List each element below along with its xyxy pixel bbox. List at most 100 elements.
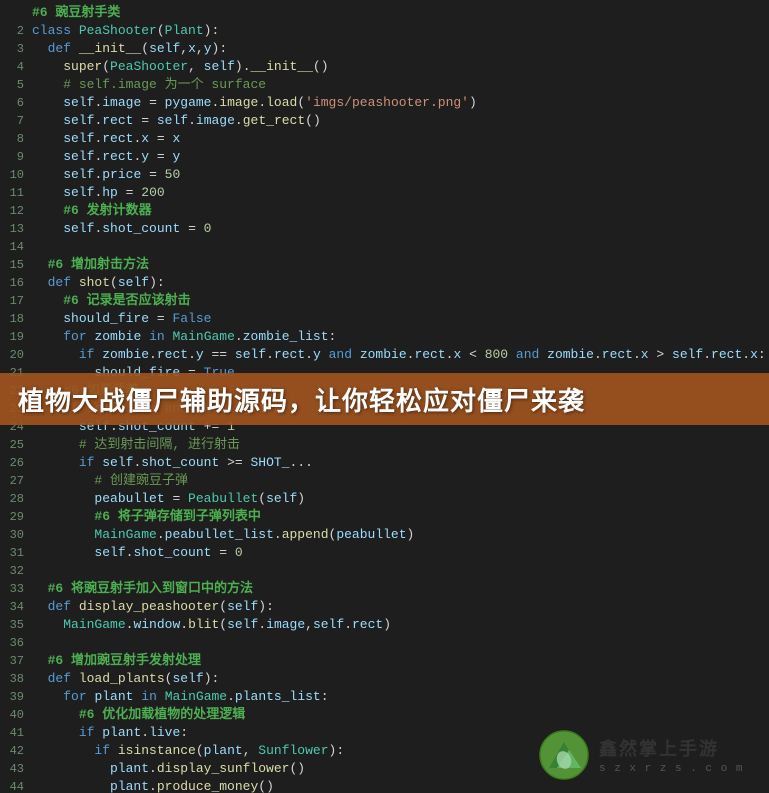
table-row: 40 #6 优化加载植物的处理逻辑: [0, 706, 769, 724]
line-number: 15: [4, 256, 32, 274]
table-row: 20 if zombie.rect.y == self.rect.y and z…: [0, 346, 769, 364]
line-number: 35: [4, 616, 32, 634]
line-content: MainGame.peabullet_list.append(peabullet…: [32, 526, 765, 544]
banner-overlay: 植物大战僵尸辅助源码，让你轻松应对僵尸来袭: [0, 373, 769, 425]
code-container: #6 豌豆射手类2class PeaShooter(Plant):3 def _…: [0, 0, 769, 793]
line-content: class PeaShooter(Plant):: [32, 22, 765, 40]
table-row: 12 #6 发射计数器: [0, 202, 769, 220]
line-number: 8: [4, 130, 32, 148]
line-number: 10: [4, 166, 32, 184]
line-number: 12: [4, 202, 32, 220]
table-row: 8 self.rect.x = x: [0, 130, 769, 148]
line-number: 4: [4, 58, 32, 76]
logo-area: 鑫然掌上手游 s z x r z s . c o m: [539, 725, 759, 785]
line-number: 31: [4, 544, 32, 562]
line-number: 5: [4, 76, 32, 94]
table-row: 11 self.hp = 200: [0, 184, 769, 202]
line-number: 43: [4, 760, 32, 778]
table-row: 10 self.price = 50: [0, 166, 769, 184]
table-row: 17 #6 记录是否应该射击: [0, 292, 769, 310]
line-number: 40: [4, 706, 32, 724]
line-content: self.rect.x = x: [32, 130, 765, 148]
line-number: 25: [4, 436, 32, 454]
line-content: #6 增加射击方法: [32, 256, 765, 274]
table-row: 29 #6 将子弹存储到子弹列表中: [0, 508, 769, 526]
table-row: 3 def __init__(self,x,y):: [0, 40, 769, 58]
table-row: 38 def load_plants(self):: [0, 670, 769, 688]
line-content: self.image = pygame.image.load('imgs/pea…: [32, 94, 765, 112]
line-content: should_fire = False: [32, 310, 765, 328]
line-content: self.hp = 200: [32, 184, 765, 202]
table-row: 39 for plant in MainGame.plants_list:: [0, 688, 769, 706]
line-content: peabullet = Peabullet(self): [32, 490, 765, 508]
table-row: 37 #6 增加豌豆射手发射处理: [0, 652, 769, 670]
line-number: 18: [4, 310, 32, 328]
line-content: #6 将豌豆射手加入到窗口中的方法: [32, 580, 765, 598]
line-content: # 达到射击间隔, 进行射击: [32, 436, 765, 454]
line-content: self.shot_count = 0: [32, 220, 765, 238]
line-number: 2: [4, 22, 32, 40]
table-row: 16 def shot(self):: [0, 274, 769, 292]
table-row: 28 peabullet = Peabullet(self): [0, 490, 769, 508]
table-row: 15 #6 增加射击方法: [0, 256, 769, 274]
line-content: # self.image 为一个 surface: [32, 76, 765, 94]
line-content: def __init__(self,x,y):: [32, 40, 765, 58]
table-row: 13 self.shot_count = 0: [0, 220, 769, 238]
line-number: 14: [4, 238, 32, 256]
line-content: for plant in MainGame.plants_list:: [32, 688, 765, 706]
line-number: 28: [4, 490, 32, 508]
table-row: 25 # 达到射击间隔, 进行射击: [0, 436, 769, 454]
line-number: 32: [4, 562, 32, 580]
line-content: self.rect = self.image.get_rect(): [32, 112, 765, 130]
logo-text-block: 鑫然掌上手游 s z x r z s . c o m: [599, 735, 743, 775]
table-row: 14: [0, 238, 769, 256]
banner-text: 植物大战僵尸辅助源码，让你轻松应对僵尸来袭: [18, 381, 585, 418]
line-number: 17: [4, 292, 32, 310]
table-row: #6 豌豆射手类: [0, 4, 769, 22]
line-number: 33: [4, 580, 32, 598]
line-number: 3: [4, 40, 32, 58]
logo-cn-text: 鑫然掌上手游: [599, 735, 719, 761]
table-row: 9 self.rect.y = y: [0, 148, 769, 166]
line-content: #6 豌豆射手类: [32, 4, 765, 22]
table-row: 4 super(PeaShooter, self).__init__(): [0, 58, 769, 76]
table-row: 2class PeaShooter(Plant):: [0, 22, 769, 40]
table-row: 32: [0, 562, 769, 580]
logo-icon: [539, 730, 589, 780]
table-row: 27 # 创建豌豆子弹: [0, 472, 769, 490]
line-number: 20: [4, 346, 32, 364]
line-content: #6 发射计数器: [32, 202, 765, 220]
line-number: 39: [4, 688, 32, 706]
line-content: self.rect.y = y: [32, 148, 765, 166]
line-number: 38: [4, 670, 32, 688]
line-content: def load_plants(self):: [32, 670, 765, 688]
line-content: super(PeaShooter, self).__init__(): [32, 58, 765, 76]
line-content: if zombie.rect.y == self.rect.y and zomb…: [32, 346, 766, 364]
line-number: 41: [4, 724, 32, 742]
line-number: 26: [4, 454, 32, 472]
table-row: 7 self.rect = self.image.get_rect(): [0, 112, 769, 130]
line-number: 27: [4, 472, 32, 490]
line-number: 44: [4, 778, 32, 793]
line-number: 36: [4, 634, 32, 652]
line-content: self.shot_count = 0: [32, 544, 765, 562]
table-row: 35 MainGame.window.blit(self.image,self.…: [0, 616, 769, 634]
line-number: 30: [4, 526, 32, 544]
line-content: # 创建豌豆子弹: [32, 472, 765, 490]
line-content: if self.shot_count >= SHOT_...: [32, 454, 765, 472]
line-number: 34: [4, 598, 32, 616]
line-content: self.price = 50: [32, 166, 765, 184]
line-number: 19: [4, 328, 32, 346]
table-row: 36: [0, 634, 769, 652]
line-number: 42: [4, 742, 32, 760]
line-content: #6 将子弹存储到子弹列表中: [32, 508, 765, 526]
line-number: 37: [4, 652, 32, 670]
line-number: 11: [4, 184, 32, 202]
line-number: 9: [4, 148, 32, 166]
line-number: 16: [4, 274, 32, 292]
line-content: MainGame.window.blit(self.image,self.rec…: [32, 616, 765, 634]
line-content: #6 记录是否应该射击: [32, 292, 765, 310]
line-content: def display_peashooter(self):: [32, 598, 765, 616]
table-row: 26 if self.shot_count >= SHOT_...: [0, 454, 769, 472]
line-content: #6 优化加载植物的处理逻辑: [32, 706, 765, 724]
